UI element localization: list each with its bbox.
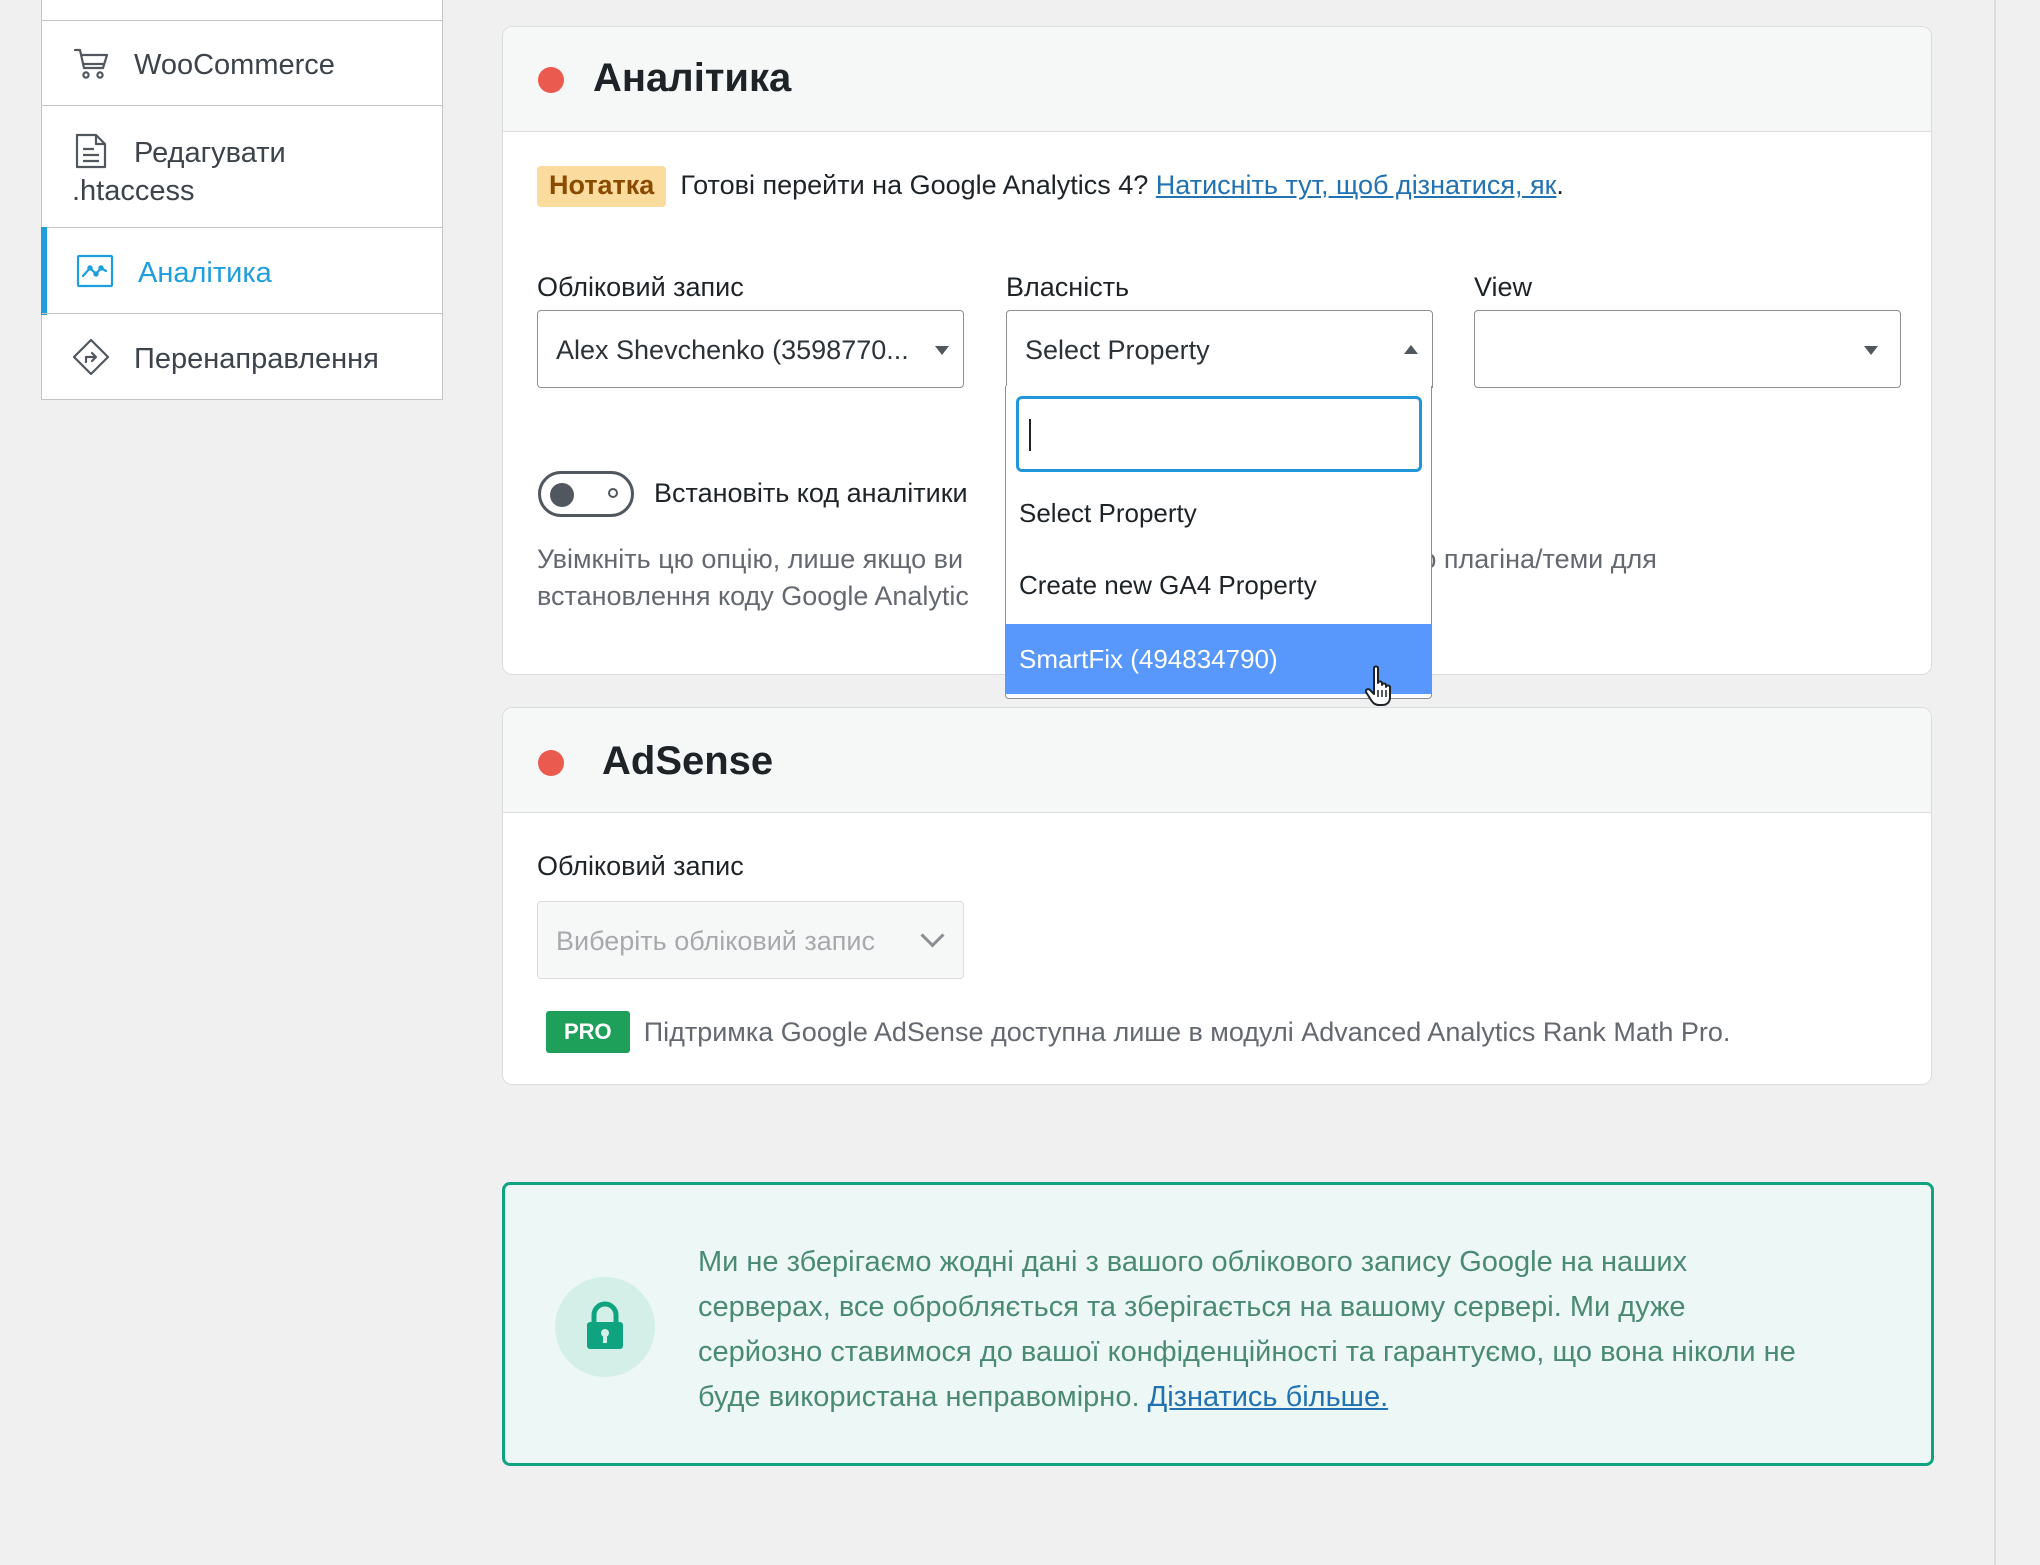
sidebar-item-analytics[interactable]: Аналітика [40,226,442,315]
install-code-label: Встановіть код аналітики [654,478,968,508]
account-select-value: Alex Shevchenko (3598770... [556,335,909,365]
privacy-line-last: буде використана неправомірно. Дізнатись… [698,1381,1389,1413]
caret-down-icon [935,346,949,355]
status-dot [538,67,564,93]
property-search-input[interactable] [1016,396,1422,472]
privacy-line: серверах, все обробляється та зберігаєть… [698,1291,1686,1323]
property-select[interactable]: Select Property [1006,310,1433,388]
desc-line1-left: Увімкніть цю опцію, лише якщо ви [537,544,964,574]
sidebar-item-previous[interactable] [42,0,442,20]
adsense-panel: AdSense Обліковий запис Виберіть обліков… [502,707,1932,1085]
property-select-value: Select Property [1025,335,1210,365]
note-end: . [1556,170,1564,200]
view-label: View [1474,272,1533,302]
privacy-notice: Ми не зберігаємо жодні дані з вашого обл… [502,1182,1934,1466]
learn-more-link[interactable]: Дізнатись більше. [1148,1381,1389,1413]
panel-title: AdSense [602,739,774,783]
account-label: Обліковий запис [537,272,744,302]
sidebar-item-redirections[interactable]: Перенаправлення [42,313,442,399]
caret-up-icon [1404,345,1418,354]
note-badge: Нотатка [537,166,667,207]
settings-sidebar: WooCommerce Редагувати .htaccess Аналіти… [40,0,443,400]
lock-icon [555,1277,655,1377]
account-select[interactable]: Alex Shevchenko (3598770... [537,310,964,388]
document-icon [72,132,110,170]
panel-header: Аналітика [503,27,1931,132]
cart-icon [72,44,110,82]
property-dropdown: Select Property Create new GA4 Property … [1005,386,1432,699]
chart-icon [76,252,114,290]
property-label: Власність [1006,272,1130,302]
sidebar-item-label: Перенаправлення [134,343,379,375]
pro-text: Підтримка Google AdSense доступна лише в… [643,1017,1731,1048]
sidebar-item-label-line2: .htaccess [72,175,195,207]
toggle-knob [550,483,574,507]
hand-pointer-icon [1365,665,1391,706]
sidebar-item-label: Редагувати [134,137,286,169]
adsense-account-placeholder: Виберіть обліковий запис [556,926,875,956]
status-dot [538,750,564,776]
sidebar-item-edit-htaccess[interactable]: Редагувати .htaccess [42,105,442,227]
pro-badge: PRO [546,1011,630,1053]
ga4-learn-link[interactable]: Натисніть тут, щоб дізнатися, як [1156,170,1557,200]
adsense-account-select[interactable]: Виберіть обліковий запис [537,901,964,979]
text-cursor [1029,419,1031,451]
privacy-line: Ми не зберігаємо жодні дані з вашого обл… [698,1246,1688,1278]
dropdown-option[interactable]: Create new GA4 Property [1006,550,1431,620]
toggle-off-indicator [608,488,618,498]
chevron-down-icon [920,923,945,948]
note-text: Готові перейти на Google Analytics 4? [680,170,1149,200]
sidebar-item-label: WooCommerce [134,49,335,81]
caret-down-icon [1864,346,1878,355]
panel-title: Аналітика [593,56,792,100]
redirect-icon [72,338,110,376]
ga4-note: Нотатка Готові перейти на Google Analytic… [537,166,1564,207]
sidebar-item-woocommerce[interactable]: WooCommerce [42,20,442,105]
adsense-pro-notice: PRO Підтримка Google AdSense доступна лиш… [546,1011,1731,1055]
page-border [1994,0,1996,1565]
install-code-toggle[interactable] [538,471,634,517]
adsense-account-label: Обліковий запис [537,851,744,881]
desc-line1-right: ого плагіна/теми для [1397,544,1657,574]
dropdown-option[interactable]: Select Property [1006,478,1431,548]
sidebar-item-label: Аналітика [138,257,272,289]
privacy-line: серйозно ставимося до вашої конфіденційн… [698,1336,1796,1368]
privacy-text: Ми не зберігаємо жодні дані з вашого обл… [698,1240,1898,1420]
panel-header: AdSense [503,708,1931,813]
view-select[interactable] [1474,310,1901,388]
